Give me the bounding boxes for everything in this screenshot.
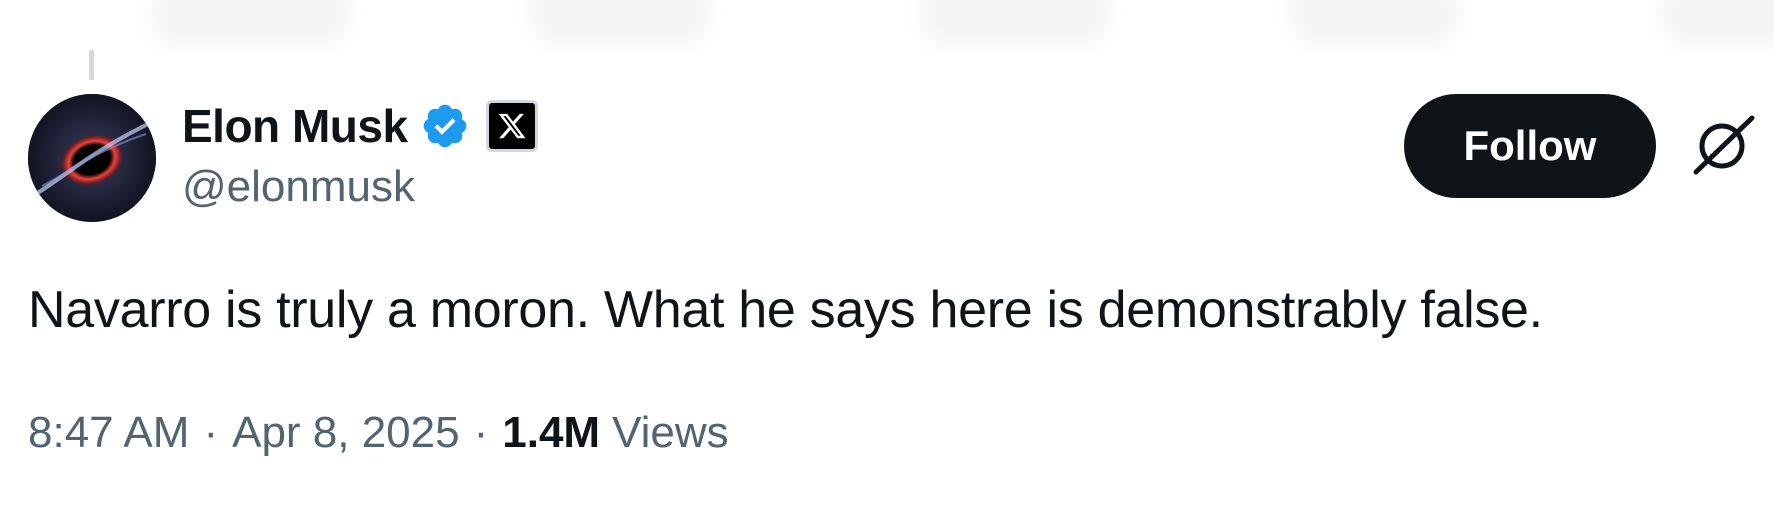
tweet-meta: 8:47 AM · Apr 8, 2025 · 1.4M Views [28, 408, 729, 458]
grok-icon[interactable] [1692, 112, 1756, 176]
tweet-text: Navarro is truly a moron. What he says h… [28, 281, 1543, 339]
x-logo-icon[interactable] [485, 100, 538, 152]
follow-button[interactable]: Follow [1404, 94, 1656, 198]
meta-separator: · [203, 408, 219, 457]
tweet-date[interactable]: Apr 8, 2025 [232, 408, 460, 458]
previous-tweet-fade [0, 0, 1774, 52]
author-handle[interactable]: @elonmusk [182, 162, 415, 212]
author-display-name[interactable]: Elon Musk [182, 99, 408, 153]
views-label: Views [612, 408, 729, 457]
tweet-time[interactable]: 8:47 AM [28, 408, 189, 458]
meta-separator: · [473, 408, 489, 457]
views-count[interactable]: 1.4M [502, 408, 600, 458]
thread-connector-line [89, 50, 94, 80]
verified-badge-icon[interactable] [420, 101, 470, 151]
avatar[interactable] [28, 94, 156, 222]
avatar-image [28, 94, 156, 222]
